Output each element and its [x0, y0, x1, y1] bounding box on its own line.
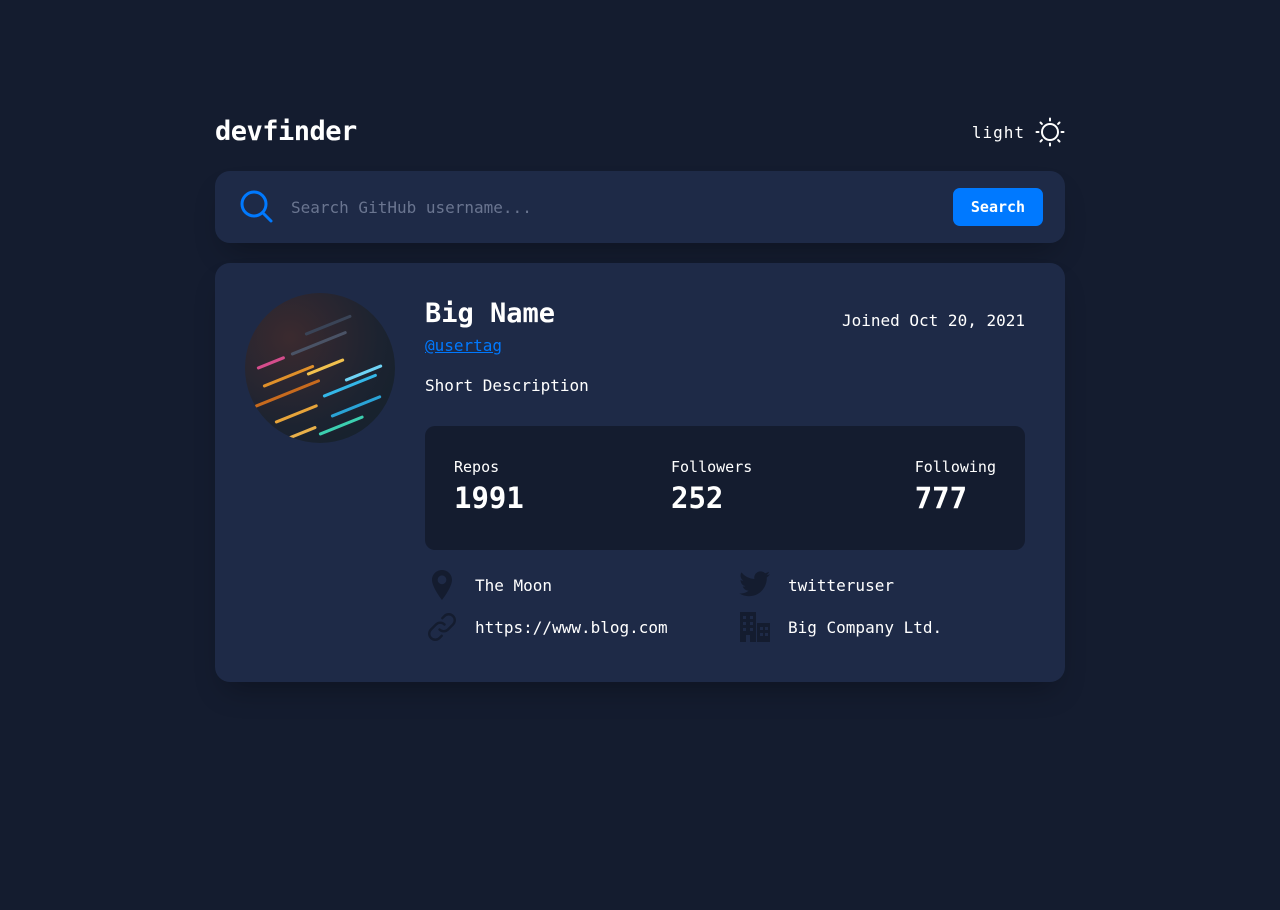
search-button[interactable]: Search: [953, 188, 1043, 226]
stat-following: Following 777: [915, 457, 996, 519]
avatar: [245, 293, 395, 443]
search-input[interactable]: [291, 189, 931, 225]
company-text: Big Company Ltd.: [788, 617, 943, 637]
search-icon: [240, 190, 273, 223]
theme-label: light: [971, 122, 1025, 142]
stat-repos: Repos 1991: [454, 457, 524, 519]
stat-following-value: 777: [914, 481, 968, 515]
stat-repos-value: 1991: [454, 481, 524, 515]
sun-icon: [1035, 117, 1065, 147]
stats-panel: Repos 1991 Followers 252 Following 777: [425, 426, 1025, 550]
stat-followers-value: 252: [671, 481, 724, 515]
stat-following-label: Following: [914, 458, 996, 476]
stat-repos-label: Repos: [454, 458, 500, 476]
link-icon: [425, 610, 459, 644]
info-blog: https://www.blog.com: [425, 610, 668, 644]
stat-followers: Followers 252: [671, 457, 752, 519]
profile-bio: Short Description: [425, 376, 589, 395]
stat-followers-label: Followers: [671, 458, 753, 476]
info-company: Big Company Ltd.: [738, 610, 942, 644]
profile-login-link[interactable]: @usertag: [425, 336, 502, 355]
theme-toggle[interactable]: light: [972, 114, 1065, 150]
app-logo: devfinder: [215, 116, 357, 147]
blog-link[interactable]: https://www.blog.com: [475, 618, 668, 637]
info-location: The Moon: [425, 568, 552, 602]
profile-name: Big Name: [425, 298, 556, 329]
twitter-text[interactable]: twitteruser: [788, 576, 894, 595]
info-twitter: twitteruser: [738, 568, 894, 602]
joined-date: Joined Oct 20, 2021: [841, 311, 1025, 330]
header: devfinder light: [215, 114, 1065, 150]
map-pin-icon: [425, 568, 459, 602]
search-bar: Search: [215, 171, 1065, 243]
profile-card: Big Name @usertag Joined Oct 20, 2021 Sh…: [215, 263, 1065, 682]
location-text: The Moon: [475, 575, 553, 595]
building-icon: [738, 610, 772, 644]
twitter-icon: [738, 568, 772, 602]
